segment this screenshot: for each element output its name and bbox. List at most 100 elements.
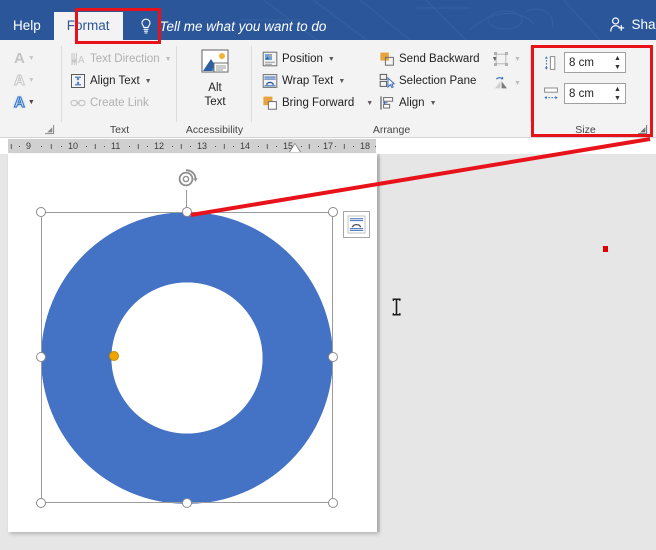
chevron-down-icon: ▼ — [144, 77, 152, 85]
ruler-tick-17: 17 — [323, 141, 334, 151]
position-icon — [262, 51, 278, 67]
create-link-button[interactable]: Create Link — [70, 92, 149, 114]
ruler-tick-10: 10 — [68, 141, 79, 151]
resize-handle-top-right[interactable] — [328, 207, 338, 217]
shape-height-row: ▲ ▼ — [543, 52, 626, 73]
resize-handle-middle-left[interactable] — [36, 352, 46, 362]
shape-width-stepper[interactable]: ▲ ▼ — [612, 85, 623, 103]
indent-marker-fill — [290, 144, 300, 152]
shape-width-input[interactable] — [565, 84, 611, 103]
send-backward-icon — [380, 52, 394, 66]
share-button[interactable]: Shar — [609, 12, 656, 36]
shape-height-field[interactable]: ▲ ▼ — [564, 52, 626, 73]
bring-forward-button[interactable]: Bring Forward ▼ — [262, 92, 373, 114]
resize-handle-top-left[interactable] — [36, 207, 46, 217]
shape-adjust-handle[interactable] — [109, 351, 119, 361]
ruler-tick-18: 18 — [360, 141, 371, 151]
selection-pane-icon — [379, 73, 395, 89]
wrap-text-button[interactable]: Wrap Text ▼ — [262, 70, 345, 92]
chevron-down-icon: ▼ — [27, 55, 35, 62]
stepper-down-icon: ▼ — [614, 63, 621, 71]
ruler-track: ı · 9 · ı · 10 · ı · 11 · ı · 12 · ı · 1… — [8, 139, 376, 153]
wordart-style-a-hollow-icon: A — [14, 72, 26, 89]
text-direction-label: Text Direction — [90, 53, 160, 65]
chevron-down-icon: ▼ — [338, 77, 346, 85]
ribbon-group-size: ▲ ▼ ▲ ▼ — [531, 40, 656, 138]
chevron-down-icon: ▼ — [514, 55, 521, 63]
resize-handle-middle-right[interactable] — [328, 352, 338, 362]
align-text-label: Align Text — [90, 75, 140, 87]
wordart-dialog-launcher[interactable] — [44, 124, 55, 135]
bring-forward-label: Bring Forward — [282, 97, 355, 109]
shape-height-icon — [544, 55, 556, 70]
resize-handle-bottom-center[interactable] — [182, 498, 192, 508]
align-text-button[interactable]: Align Text ▼ — [70, 70, 152, 92]
selection-pane-button[interactable]: Selection Pane — [379, 70, 476, 92]
ribbon-group-text: A Text Direction ▼ Align Text ▼ Create L… — [62, 40, 177, 138]
send-backward-button[interactable]: Send Backward ▼ — [379, 48, 498, 70]
shape-height-input[interactable] — [565, 53, 611, 72]
layout-options-icon — [347, 215, 366, 234]
ruler-tick-14: 14 — [240, 141, 251, 151]
ribbon-group-accessibility: Alt Text Accessibility — [177, 40, 252, 138]
resize-handle-bottom-left[interactable] — [36, 498, 46, 508]
selection-frame — [41, 212, 333, 503]
size-group-label: Size — [575, 124, 596, 136]
layout-options-button[interactable] — [343, 211, 370, 238]
horizontal-ruler[interactable]: ı · 9 · ı · 10 · ı · 11 · ı · 12 · ı · 1… — [0, 138, 656, 154]
ribbon-group-wordart: A ▼ A ▼ A ▼ — [0, 40, 62, 138]
align-objects-icon — [380, 96, 394, 110]
chevron-down-icon: ▼ — [514, 79, 521, 87]
share-label: Shar — [631, 16, 656, 32]
tab-help[interactable]: Help — [0, 12, 54, 40]
position-label: Position — [282, 53, 323, 65]
group-objects-button[interactable]: ▼ — [493, 48, 521, 70]
size-dialog-launcher[interactable] — [637, 124, 648, 135]
tell-me-search[interactable]: Tell me what you want to do — [139, 12, 326, 40]
alt-text-label-line1: Alt — [208, 82, 222, 94]
wordart-style-2[interactable]: A ▼ — [14, 70, 35, 91]
lightbulb-icon — [140, 18, 151, 34]
align-text-icon — [71, 74, 85, 88]
page-edge-shadow — [377, 154, 380, 532]
align-objects-label: Align — [399, 97, 425, 109]
position-button[interactable]: Position ▼ — [262, 48, 335, 70]
stepper-up-icon: ▲ — [614, 85, 621, 93]
create-link-icon — [70, 99, 86, 107]
bring-forward-icon — [263, 96, 277, 110]
align-objects-button[interactable]: Align ▼ — [379, 92, 437, 114]
title-bar: Help Format Tell me what you want to do … — [0, 0, 656, 40]
create-link-label: Create Link — [90, 97, 149, 109]
resize-handle-bottom-right[interactable] — [328, 498, 338, 508]
dialog-launcher-icon — [638, 125, 648, 135]
dialog-launcher-icon — [45, 125, 55, 135]
wordart-style-3[interactable]: A ▼ — [13, 92, 34, 113]
text-direction-button[interactable]: A Text Direction ▼ — [70, 48, 172, 70]
text-group-label: Text — [109, 124, 130, 136]
ruler-tick-11: 11 — [111, 141, 121, 151]
accessibility-group-label: Accessibility — [185, 124, 244, 136]
tab-format-label: Format — [66, 18, 110, 33]
wordart-style-a-outline-icon: A — [14, 50, 25, 67]
ruler-tick-12: 12 — [154, 141, 165, 151]
wordart-style-1[interactable]: A ▼ — [14, 48, 35, 69]
powerpoint-window: Help Format Tell me what you want to do … — [0, 0, 656, 550]
red-dot-marker-icon — [603, 246, 608, 252]
stepper-up-icon: ▲ — [614, 54, 621, 62]
wordart-style-a-blue-icon: A — [13, 94, 25, 111]
chevron-down-icon: ▼ — [366, 99, 374, 107]
wrap-text-label: Wrap Text — [282, 75, 334, 87]
person-add-icon — [610, 16, 625, 32]
alt-text-icon — [201, 49, 229, 73]
rotate-objects-icon — [495, 76, 507, 89]
rotate-objects-button[interactable]: ▼ — [493, 72, 521, 94]
resize-handle-top-center[interactable] — [182, 207, 192, 217]
i-beam-cursor-icon — [392, 298, 401, 316]
rotate-handle-icon[interactable] — [176, 168, 198, 190]
shape-height-stepper[interactable]: ▲ ▼ — [612, 54, 623, 72]
shape-width-field[interactable]: ▲ ▼ — [564, 83, 626, 104]
arrange-group-label: Arrange — [372, 124, 411, 136]
wrap-text-icon — [262, 74, 278, 88]
tab-format[interactable]: Format — [53, 12, 123, 40]
alt-text-button[interactable]: Alt Text — [188, 47, 242, 109]
